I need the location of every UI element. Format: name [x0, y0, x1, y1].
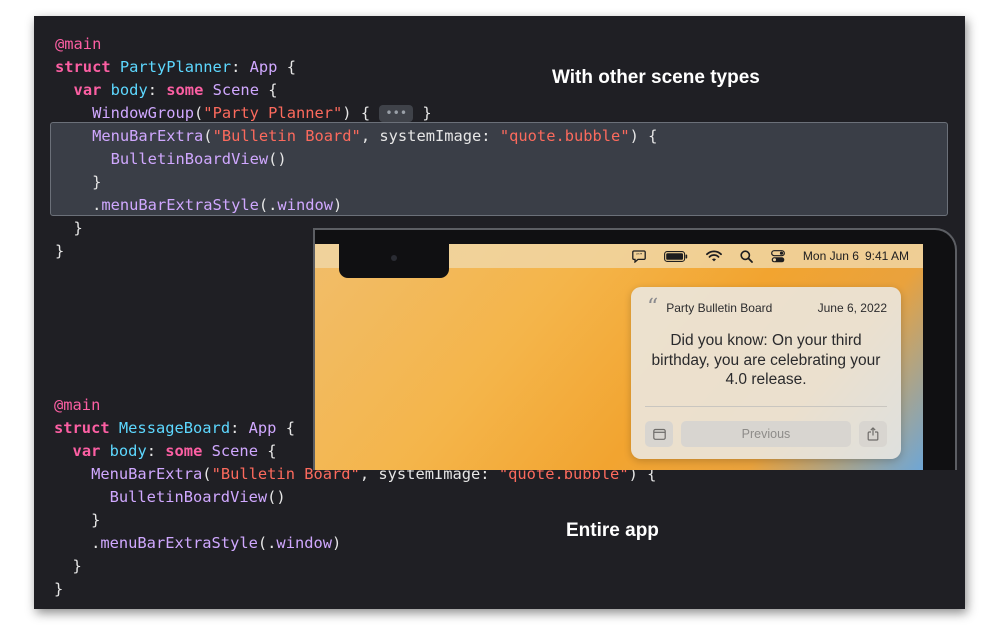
protocol-name: App — [248, 419, 277, 437]
struct-name: PartyPlanner — [119, 58, 232, 76]
battery-icon[interactable] — [663, 249, 688, 263]
system-image-string: "quote.bubble" — [499, 127, 630, 145]
var-keyword: var — [73, 81, 102, 99]
search-icon[interactable] — [740, 249, 753, 263]
style-value: window — [277, 196, 334, 214]
bulletin-board-window: “ Party Bulletin Board June 6, 2022 Did … — [631, 287, 901, 459]
widget-toolbar: Previous — [645, 421, 887, 447]
quote-bubble-icon[interactable]: “” — [632, 249, 646, 263]
bulletin-board-view: BulletinBoardView — [109, 488, 268, 506]
control-center-icon[interactable] — [771, 249, 785, 263]
style-modifier: menuBarExtraStyle — [101, 196, 259, 214]
scene-type: Scene — [212, 81, 259, 99]
widget-header: “ Party Bulletin Board June 6, 2022 — [647, 295, 887, 320]
style-value: window — [276, 534, 333, 552]
menu-bar-time[interactable]: 9:41 AM — [865, 249, 909, 263]
menu-bar-extra: MenuBarExtra — [92, 127, 204, 145]
struct-keyword: struct — [55, 58, 111, 76]
wifi-icon[interactable] — [706, 249, 722, 263]
window-group: WindowGroup — [92, 104, 195, 122]
camera-dot — [391, 255, 397, 261]
window-title-string: "Party Planner" — [203, 104, 343, 122]
share-button[interactable] — [859, 421, 887, 447]
previous-button[interactable]: Previous — [681, 421, 851, 447]
struct-name: MessageBoard — [118, 419, 231, 437]
calendar-icon — [652, 428, 666, 440]
protocol-name: App — [249, 58, 278, 76]
widget-message: Did you know: On your third birthday, yo… — [651, 332, 881, 388]
svg-text:“”: “” — [636, 252, 642, 259]
some-keyword: some — [166, 81, 204, 99]
menu-bar-date[interactable]: Mon Jun 6 — [803, 249, 859, 263]
quote-mark-icon: “ — [647, 295, 659, 320]
style-modifier: menuBarExtraStyle — [100, 534, 258, 552]
widget-date: June 6, 2022 — [817, 301, 887, 315]
caption-top: With other scene types — [552, 67, 760, 88]
calendar-button[interactable] — [645, 421, 673, 447]
caption-bottom: Entire app — [566, 520, 659, 541]
camera-notch — [339, 244, 449, 278]
laptop-illustration: “” Mon Jun 6 9:41 AM “ Party Bulletin Bo… — [313, 228, 957, 488]
body-property: body — [110, 81, 148, 99]
collapsed-code-button[interactable]: ••• — [379, 105, 414, 122]
menu-bar-extra: MenuBarExtra — [91, 465, 203, 483]
share-icon — [867, 427, 879, 441]
some-keyword: some — [165, 442, 203, 460]
widget-divider — [645, 406, 887, 407]
var-keyword: var — [72, 442, 101, 460]
menu-title-string: "Bulletin Board" — [212, 127, 361, 145]
slide: @main struct PartyPlanner: App { var bod… — [34, 16, 965, 609]
widget-title: Party Bulletin Board — [666, 301, 773, 315]
system-image-label: systemImage: — [379, 127, 491, 145]
body-property: body — [109, 442, 147, 460]
bulletin-board-view: BulletinBoardView — [110, 150, 269, 168]
scene-type: Scene — [211, 442, 258, 460]
laptop-screen: “” Mon Jun 6 9:41 AM “ Party Bulletin Bo… — [315, 244, 923, 470]
main-attribute: @main — [54, 396, 101, 414]
main-attribute: @main — [55, 35, 102, 53]
struct-keyword: struct — [54, 419, 110, 437]
